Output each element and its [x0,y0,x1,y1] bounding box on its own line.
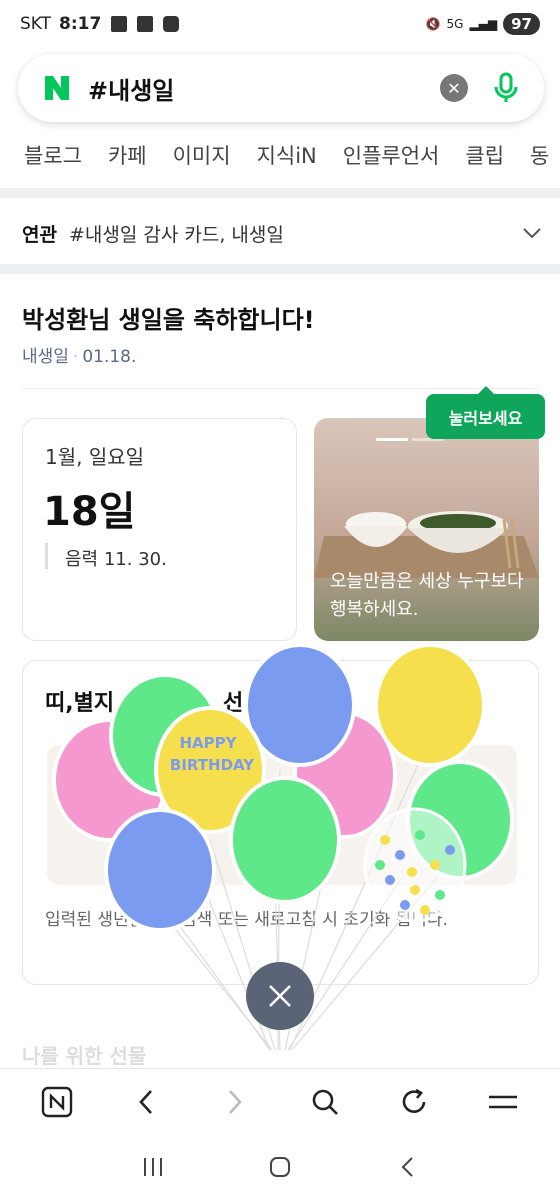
clear-search-button[interactable]: ✕ [440,74,468,102]
birthday-title: 박성환님 생일을 축하합니다! [22,306,315,334]
system-nav-bar [0,1134,560,1200]
next-section-title: 나를 위한 선물 [22,1044,147,1068]
related-label: 연관 [22,223,57,246]
related-searches[interactable]: 연관 #내생일 감사 카드, 내생일 [22,208,542,258]
home-icon[interactable] [260,1147,300,1187]
tab-image[interactable]: 이미지 [173,140,231,170]
tab-influencer[interactable]: 인플루언서 [343,140,440,170]
back-icon[interactable] [124,1080,168,1124]
clock: 8:17 [59,14,102,34]
lunar-bar [45,543,48,569]
photo-message: 오늘만큼은 세상 누구보다 행복하세요. [330,571,524,620]
zodiac-note: 입력된 생년월일로 검색 또는 새로고침 시 초기화 됩니다. [45,910,448,930]
tab-blog[interactable]: 블로그 [24,140,82,170]
close-animation-button[interactable] [246,962,314,1030]
section-divider [0,264,560,274]
chevron-down-icon[interactable] [522,222,542,244]
tab-kin[interactable]: 지식iN [257,140,317,170]
press-tooltip[interactable]: 눌러보세요 [426,386,545,439]
menu-icon[interactable] [481,1080,525,1124]
close-icon: ✕ [447,78,461,98]
carrier-label: SKT [20,14,52,34]
status-bar: SKT 8:17 🔇 5G ▂▄▆ 97 [0,0,560,48]
search-bar[interactable]: #내생일 ✕ [18,54,544,122]
search-tabs: 블로그 카페 이미지 지식iN 인플루언서 클립 동 [24,140,549,170]
search-icon[interactable] [303,1080,347,1124]
close-icon [269,985,291,1007]
birthday-photo-card[interactable]: 오늘만큼은 세상 누구보다 행복하세요. [314,418,539,641]
battery-indicator: 97 [503,13,540,35]
signal-5g-icon: 5G [446,17,464,31]
browser-toolbar [0,1068,560,1134]
notification-icon [111,16,128,32]
recent-apps-icon[interactable] [133,1147,173,1187]
zodiac-card: 띠,별지 선 입력된 생년월일로 검색 또는 새로고침 시 초기화 됩니다. [22,660,539,985]
zodiac-title-start: 띠,별지 [45,691,115,716]
day-label: 18일 [43,489,136,535]
system-back-icon[interactable] [387,1147,427,1187]
youtube-icon [163,16,180,32]
birthday-source-line: 내생일 · 01.18. [22,347,137,367]
mic-icon[interactable] [490,72,522,104]
weekday-label: 1월, 일요일 [45,445,145,469]
refresh-icon[interactable] [392,1080,436,1124]
section-divider [0,188,560,198]
search-input[interactable]: #내생일 [88,71,440,106]
divider [22,388,538,389]
source-name[interactable]: 내생일 [22,347,69,367]
tab-clip[interactable]: 클립 [465,140,504,170]
date-card: 1월, 일요일 18일 음력 11. 30. [22,418,297,641]
mute-icon: 🔇 [425,17,441,31]
lunar-date: 음력 11. 30. [65,549,167,570]
signal-strength-icon: ▂▄▆ [469,17,498,31]
related-keywords[interactable]: #내생일 감사 카드, 내생일 [69,220,284,247]
naver-home-icon[interactable] [35,1080,79,1124]
notification-icon [137,16,154,32]
tab-cafe[interactable]: 카페 [108,140,147,170]
zodiac-content-box[interactable] [47,745,517,885]
birthday-date: 01.18. [82,347,137,367]
tab-video[interactable]: 동 [530,140,549,170]
forward-icon[interactable] [213,1080,257,1124]
naver-logo-icon[interactable] [40,71,74,105]
zodiac-title-end: 선 [223,691,244,716]
